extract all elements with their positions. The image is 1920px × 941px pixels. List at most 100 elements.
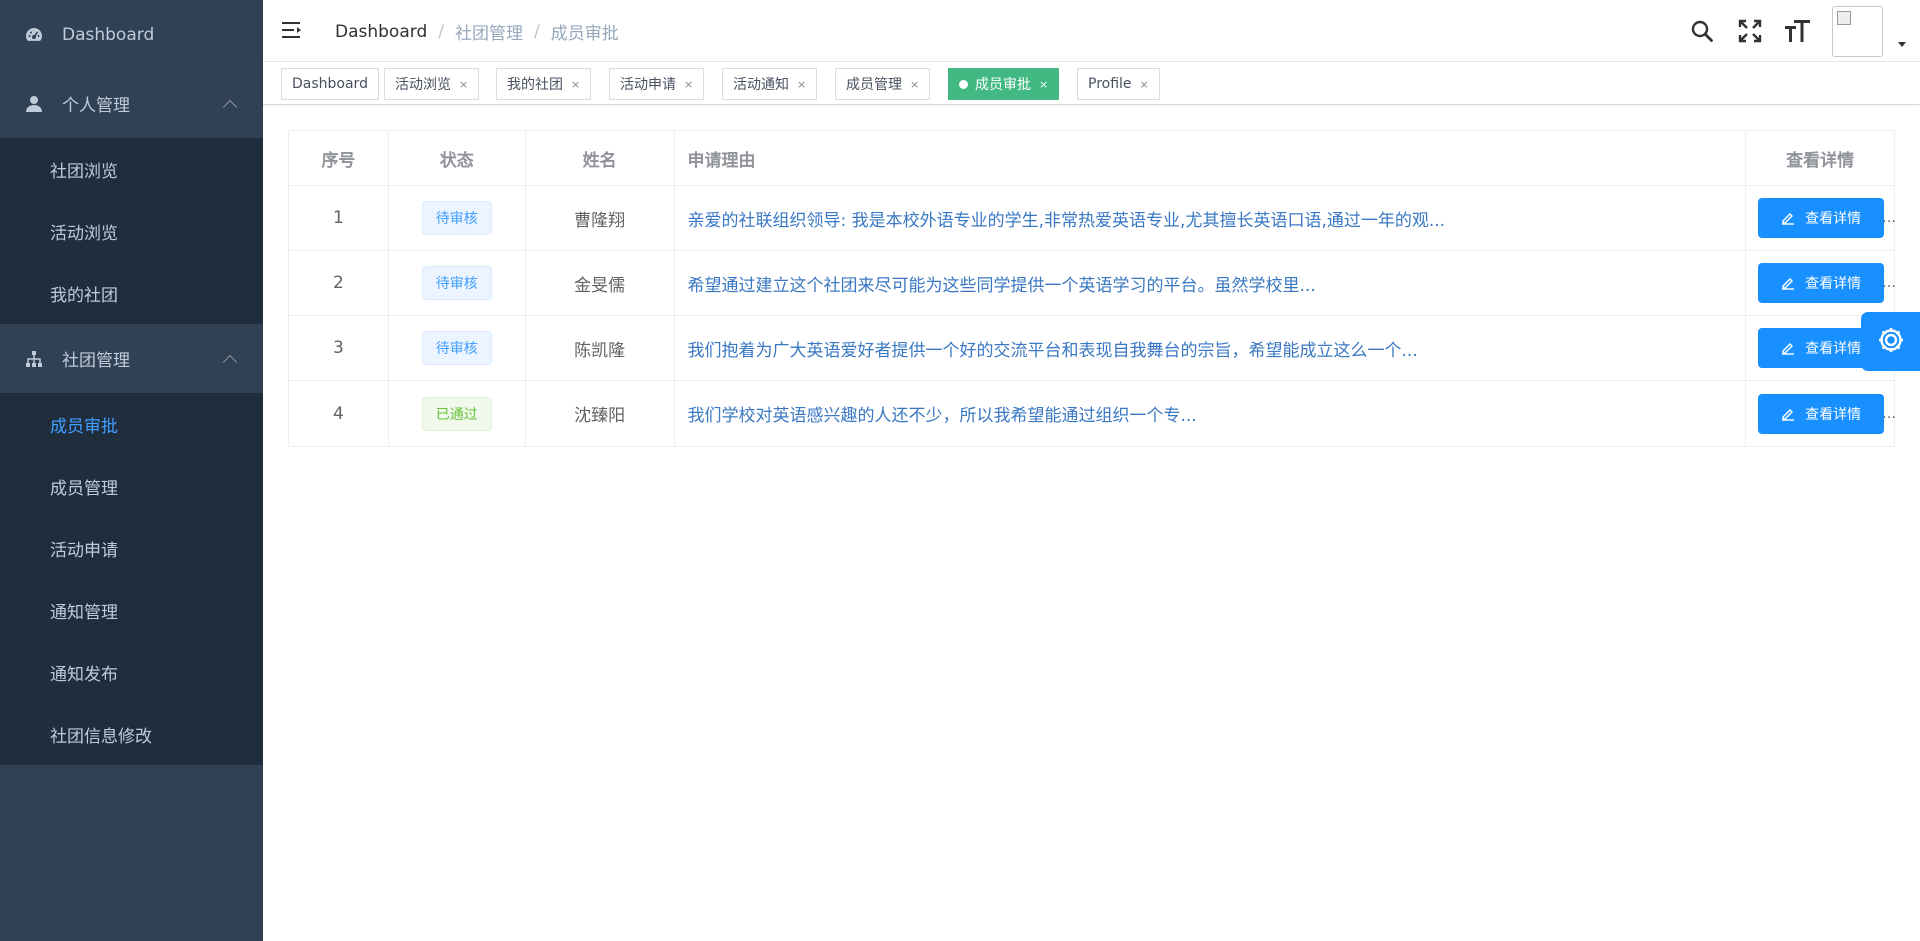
- row-reason: 希望通过建立这个社团来尽可能为这些同学提供一个英语学习的平台。虽然学校里...: [687, 275, 1316, 296]
- status-badge: 待审核: [421, 266, 492, 300]
- view-detail-button[interactable]: 查看详情: [1758, 393, 1885, 434]
- view-detail-label: 查看详情: [1805, 211, 1862, 227]
- font-size-icon[interactable]: [1784, 17, 1812, 45]
- row-reason-cell: 我们抱着为广大英语爱好者提供一个好的交流平台和表现自我舞台的宗旨，希望能成立这么…: [675, 316, 1747, 380]
- row-status-cell: 待审核: [389, 251, 526, 315]
- menu-dashboard-label: Dashboard: [62, 24, 155, 45]
- menu-club-label: 社团管理: [62, 351, 130, 371]
- tag-my-clubs[interactable]: 我的社团 ×: [496, 68, 592, 100]
- header-no: 序号: [289, 131, 389, 185]
- submenu-club: 成员审批 成员管理 活动申请 通知管理 通知发布 社团信息修改: [0, 393, 263, 765]
- table-row: 4 已通过 沈臻阳 我们学校对英语感兴趣的人还不少，所以我希望能通过组织一个专.…: [289, 381, 1896, 446]
- hamburger-icon[interactable]: [281, 19, 303, 41]
- submenu-personal: 社团浏览 活动浏览 我的社团: [0, 138, 263, 324]
- row-reason: 亲爱的社联组织领导: 我是本校外语专业的学生,非常热爱英语专业,尤其擅长英语口语…: [687, 210, 1446, 231]
- edit-icon: [1781, 211, 1795, 225]
- sidebar-item-member-management[interactable]: 成员管理: [0, 455, 263, 517]
- tag-activity-notice[interactable]: 活动通知 ×: [722, 68, 818, 100]
- sidebar-item-club-browse[interactable]: 社团浏览: [0, 138, 263, 200]
- sidebar-item-my-clubs[interactable]: 我的社团: [0, 262, 263, 324]
- overflow-ellipsis: …: [1882, 275, 1896, 291]
- row-name: 金旻儒: [526, 251, 675, 315]
- tag-label: 成员管理: [846, 77, 902, 93]
- approval-table: 序号 状态 姓名 申请理由 查看详情 1 待审核 曹隆翔 亲爱的社联组织领导: …: [288, 130, 1896, 447]
- row-reason: 我们抱着为广大英语爱好者提供一个好的交流平台和表现自我舞台的宗旨，希望能成立这么…: [687, 340, 1418, 361]
- status-badge: 待审核: [421, 201, 492, 235]
- row-name: 陈凯隆: [526, 316, 675, 380]
- sidebar-item-activity-apply[interactable]: 活动申请: [0, 517, 263, 579]
- view-detail-label: 查看详情: [1805, 341, 1862, 357]
- broken-image-icon: [1837, 11, 1851, 25]
- row-status-cell: 已通过: [389, 381, 526, 446]
- tags-view: Dashboard 活动浏览 × 我的社团 × 活动申请 × 活动通知 × 成员…: [263, 62, 1920, 105]
- table-row: 2 待审核 金旻儒 希望通过建立这个社团来尽可能为这些同学提供一个英语学习的平台…: [289, 251, 1896, 316]
- table-header: 序号 状态 姓名 申请理由 查看详情: [289, 131, 1894, 186]
- close-icon[interactable]: ×: [459, 78, 468, 91]
- sidebar-item-activity-browse[interactable]: 活动浏览: [0, 200, 263, 262]
- close-icon[interactable]: ×: [684, 78, 693, 91]
- edit-icon: [1781, 341, 1795, 355]
- header-reason: 申请理由: [675, 131, 1747, 185]
- view-detail-label: 查看详情: [1805, 276, 1862, 292]
- row-reason-cell: 亲爱的社联组织领导: 我是本校外语专业的学生,非常热爱英语专业,尤其擅长英语口语…: [675, 186, 1747, 250]
- row-action-cell: 查看详情 …: [1746, 186, 1896, 250]
- sidebar-item-member-approval[interactable]: 成员审批: [0, 393, 263, 455]
- close-icon[interactable]: ×: [1039, 78, 1048, 91]
- settings-button[interactable]: [1861, 312, 1920, 371]
- view-detail-button[interactable]: 查看详情: [1758, 263, 1885, 303]
- sidebar-item-notice-publish[interactable]: 通知发布: [0, 641, 263, 703]
- row-status-cell: 待审核: [389, 186, 526, 250]
- chevron-up-icon: [222, 99, 238, 114]
- tag-label: 活动浏览: [395, 77, 451, 93]
- row-reason-cell: 希望通过建立这个社团来尽可能为这些同学提供一个英语学习的平台。虽然学校里...: [675, 251, 1747, 315]
- tag-activity-apply[interactable]: 活动申请 ×: [609, 68, 705, 100]
- close-icon[interactable]: ×: [571, 78, 580, 91]
- tag-activity-browse[interactable]: 活动浏览 ×: [384, 68, 480, 100]
- row-no: 2: [289, 251, 389, 315]
- avatar-dropdown[interactable]: [1832, 0, 1912, 62]
- dashboard-icon: [24, 25, 44, 45]
- header-detail: 查看详情: [1786, 150, 1855, 171]
- search-icon[interactable]: [1688, 17, 1716, 45]
- tag-profile[interactable]: Profile ×: [1077, 68, 1160, 100]
- avatar[interactable]: [1832, 6, 1883, 57]
- sidebar-item-notice-management[interactable]: 通知管理: [0, 579, 263, 641]
- close-icon[interactable]: ×: [797, 78, 806, 91]
- sidebar-item-club-info-edit[interactable]: 社团信息修改: [0, 703, 263, 765]
- chevron-up-icon: [222, 354, 238, 369]
- menu-dashboard[interactable]: Dashboard: [0, 0, 263, 69]
- overflow-ellipsis: …: [1882, 405, 1896, 422]
- close-icon[interactable]: ×: [910, 78, 919, 91]
- edit-icon: [1781, 276, 1795, 290]
- tree-icon: [24, 349, 44, 369]
- close-icon[interactable]: ×: [1140, 78, 1149, 91]
- row-action-cell: 查看详情 …: [1746, 381, 1896, 446]
- menu-personal-label: 个人管理: [62, 96, 130, 116]
- view-detail-button[interactable]: 查看详情: [1758, 198, 1885, 238]
- tag-member-approval[interactable]: 成员审批 ×: [948, 68, 1060, 100]
- tag-label: Profile: [1088, 76, 1132, 92]
- menu-club[interactable]: 社团管理: [0, 324, 263, 393]
- overflow-ellipsis: …: [1882, 210, 1896, 226]
- breadcrumb-dashboard[interactable]: Dashboard: [335, 22, 427, 42]
- row-reason: 我们学校对英语感兴趣的人还不少，所以我希望能通过组织一个专...: [687, 406, 1197, 426]
- row-name: 沈臻阳: [526, 381, 675, 446]
- breadcrumb-separator: /: [533, 21, 540, 42]
- tag-label: 活动通知: [733, 77, 789, 93]
- tag-label: 我的社团: [507, 77, 563, 93]
- menu-personal[interactable]: 个人管理: [0, 69, 263, 138]
- row-reason-cell: 我们学校对英语感兴趣的人还不少，所以我希望能通过组织一个专...: [675, 381, 1747, 446]
- tag-member-management[interactable]: 成员管理 ×: [835, 68, 931, 100]
- tag-label: 活动申请: [620, 77, 676, 93]
- breadcrumb: Dashboard / 社团管理 / 成员审批: [335, 19, 619, 45]
- tag-dashboard[interactable]: Dashboard: [281, 68, 379, 100]
- sidebar: Dashboard 个人管理 社团浏览 活动浏览 我的社团 社团管理 成员审批 …: [0, 0, 263, 941]
- row-no: 1: [289, 186, 389, 250]
- right-menu: [1688, 0, 1920, 62]
- fullscreen-icon[interactable]: [1736, 17, 1764, 45]
- caret-down-icon: [1898, 42, 1906, 47]
- tag-label: Dashboard: [292, 76, 368, 92]
- row-status-cell: 待审核: [389, 316, 526, 380]
- active-dot: [959, 79, 968, 89]
- table-row: 3 待审核 陈凯隆 我们抱着为广大英语爱好者提供一个好的交流平台和表现自我舞台的…: [289, 316, 1896, 381]
